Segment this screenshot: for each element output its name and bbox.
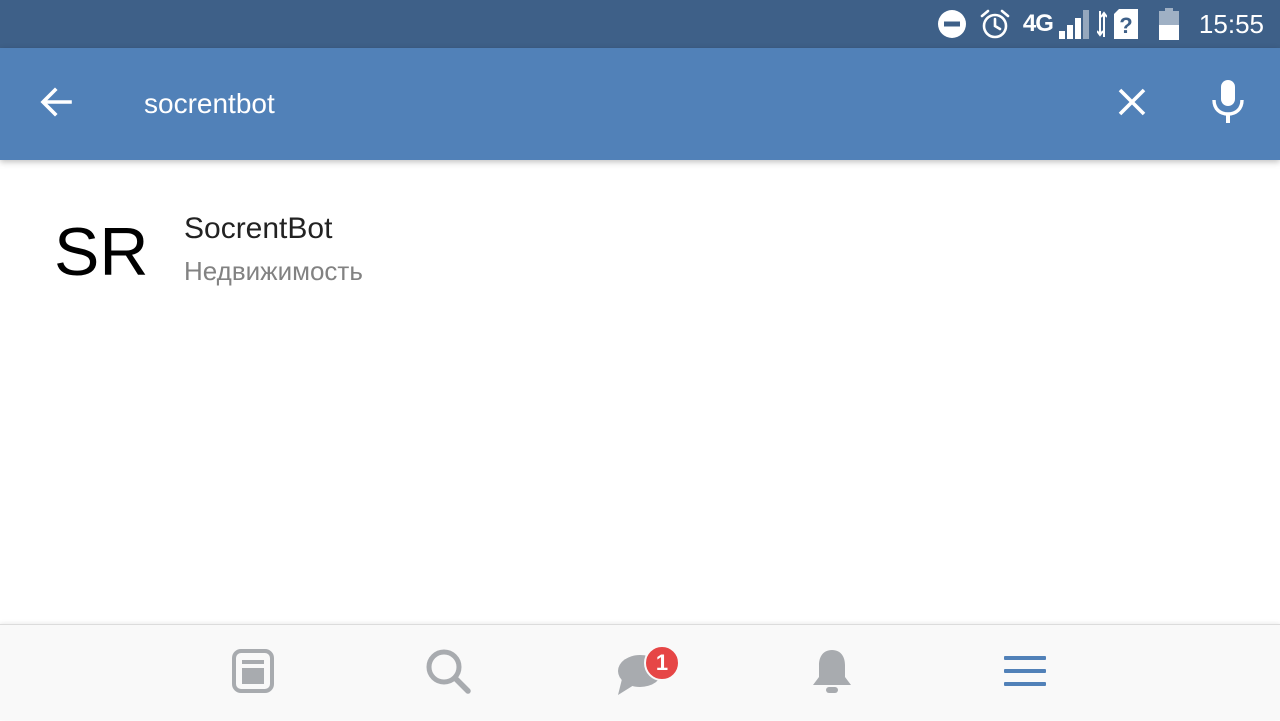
alarm-icon <box>979 8 1011 40</box>
nav-menu-button[interactable] <box>977 625 1073 721</box>
news-icon <box>232 648 274 698</box>
clear-search-button[interactable] <box>1102 76 1162 132</box>
status-icons: 4G ? 15:55 <box>937 0 1264 48</box>
no-sim-icon: ? <box>1113 8 1139 40</box>
nav-notifications-button[interactable] <box>784 625 880 721</box>
notifications-icon <box>811 647 853 700</box>
nav-news-button[interactable] <box>205 625 301 721</box>
arrow-left-icon <box>38 84 74 125</box>
back-button[interactable] <box>24 76 88 132</box>
search-icon <box>425 648 471 699</box>
data-transfer-icon <box>1096 9 1107 39</box>
result-subtitle: Недвижимость <box>184 256 363 286</box>
search-toolbar <box>0 48 1280 160</box>
unread-badge: 1 <box>644 645 680 681</box>
signal-icon <box>1057 7 1091 41</box>
microphone-icon <box>1211 79 1245 129</box>
status-clock: 15:55 <box>1198 8 1264 39</box>
close-icon <box>1117 87 1147 122</box>
nav-search-button[interactable] <box>400 625 496 721</box>
menu-icon <box>1004 654 1046 693</box>
search-result-item[interactable]: SR SocrentBot Недвижимость <box>0 168 1280 344</box>
do-not-disturb-icon <box>937 9 967 39</box>
network-type: 4G <box>1022 10 1054 37</box>
svg-text:?: ? <box>1119 13 1132 38</box>
battery-icon <box>1158 8 1179 40</box>
status-bar: 4G ? 15:55 <box>0 0 1280 48</box>
bottom-navigation: 1 <box>0 624 1280 720</box>
voice-search-button[interactable] <box>1196 76 1260 132</box>
result-title: SocrentBot <box>184 212 333 245</box>
avatar: SR <box>54 214 149 290</box>
search-input[interactable] <box>144 80 1044 128</box>
nav-messages-button[interactable]: 1 <box>592 625 688 721</box>
